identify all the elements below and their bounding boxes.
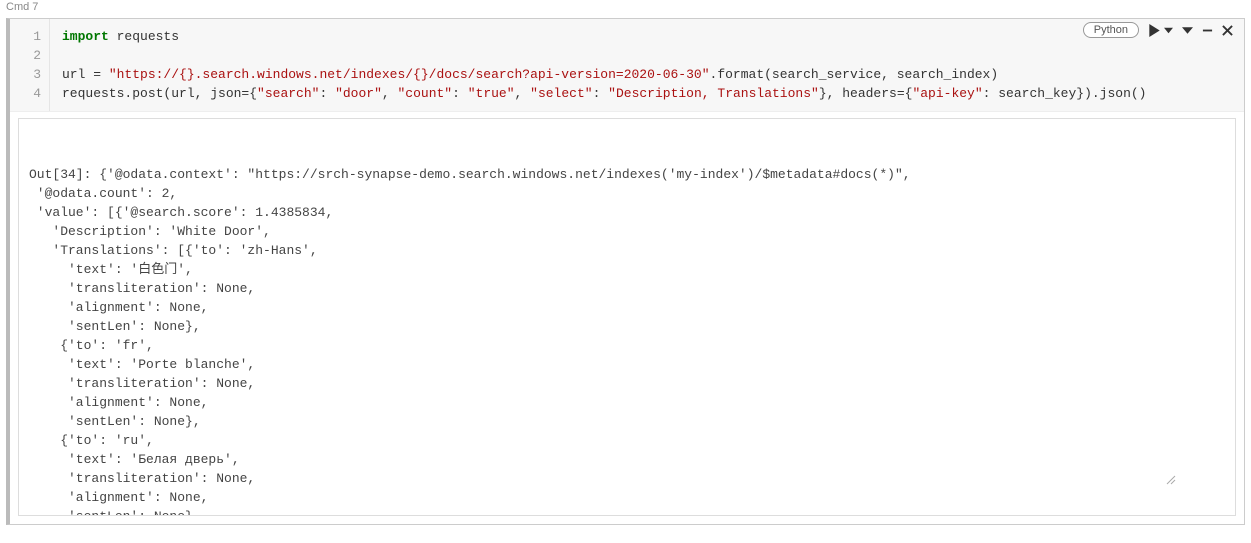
output-line: {'to': 'ru', xyxy=(29,431,1225,450)
language-pill[interactable]: Python xyxy=(1083,22,1139,38)
line-gutter: 1234 xyxy=(10,19,50,111)
run-icon[interactable] xyxy=(1148,24,1161,37)
output-line: Out[34]: {'@odata.context': "https://src… xyxy=(29,165,1225,184)
output-line: 'transliteration': None, xyxy=(29,469,1225,488)
output-line: 'alignment': None, xyxy=(29,298,1225,317)
output-line: 'sentLen': None}, xyxy=(29,317,1225,336)
output-line: 'alignment': None, xyxy=(29,393,1225,412)
output-line: 'Translations': [{'to': 'zh-Hans', xyxy=(29,241,1225,260)
close-icon[interactable] xyxy=(1222,25,1233,36)
resize-handle-icon[interactable] xyxy=(1164,445,1231,513)
code-editor[interactable]: import requests url = "https://{}.search… xyxy=(50,19,1244,111)
dropdown-caret-icon[interactable] xyxy=(1164,26,1173,35)
cell-label: Cmd 7 xyxy=(0,0,1251,14)
output-line: 'sentLen': None}, xyxy=(29,507,1225,516)
cell-container: Python 1234 import requests url = "https… xyxy=(6,18,1245,525)
minimize-icon[interactable] xyxy=(1202,25,1213,36)
output-line: 'sentLen': None}, xyxy=(29,412,1225,431)
output-line: 'text': 'Белая дверь', xyxy=(29,450,1225,469)
collapse-icon[interactable] xyxy=(1182,25,1193,36)
output-line: 'alignment': None, xyxy=(29,488,1225,507)
code-line: import requests xyxy=(62,27,1232,46)
output-line: 'transliteration': None, xyxy=(29,279,1225,298)
cell-toolbar: Python xyxy=(1083,22,1233,38)
output-line: 'text': 'Porte blanche', xyxy=(29,355,1225,374)
output-line: '@odata.count': 2, xyxy=(29,184,1225,203)
code-input-area[interactable]: 1234 import requests url = "https://{}.s… xyxy=(10,19,1244,112)
output-line: 'transliteration': None, xyxy=(29,374,1225,393)
output-line: {'to': 'fr', xyxy=(29,336,1225,355)
output-area: Out[34]: {'@odata.context': "https://src… xyxy=(18,118,1236,516)
output-line: 'value': [{'@search.score': 1.4385834, xyxy=(29,203,1225,222)
output-line: 'text': '白色门', xyxy=(29,260,1225,279)
code-line: requests.post(url, json={"search": "door… xyxy=(62,84,1232,103)
code-line: url = "https://{}.search.windows.net/ind… xyxy=(62,65,1232,84)
output-line: 'Description': 'White Door', xyxy=(29,222,1225,241)
code-line xyxy=(62,46,1232,65)
